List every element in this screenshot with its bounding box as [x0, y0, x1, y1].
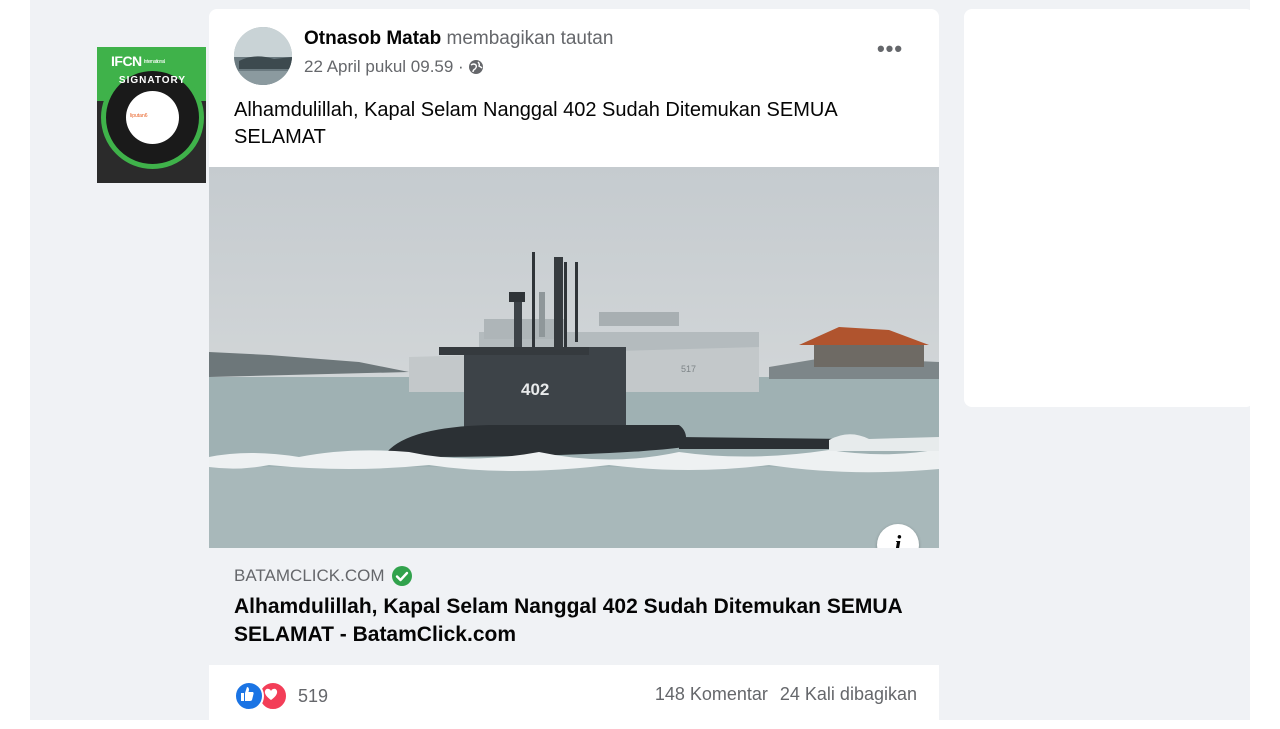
- link-title[interactable]: Alhamdulillah, Kapal Selam Nanggal 402 S…: [234, 593, 924, 649]
- reaction-count: 519: [298, 685, 329, 706]
- hull-number: 402: [521, 380, 549, 399]
- right-margin: [1250, 0, 1280, 720]
- more-options-icon[interactable]: •••: [873, 38, 907, 65]
- sidebar-card: [964, 9, 1254, 407]
- engagement-stats: 148 Komentar 24 Kali dibagikan: [655, 684, 917, 705]
- post-timestamp[interactable]: 22 April pukul 09.59 ·: [304, 57, 464, 77]
- post-action: membagikan tautan: [446, 28, 614, 49]
- post-header-line: Otnasob Matab membagikan tautan: [304, 28, 613, 50]
- comments-count[interactable]: 148 Komentar: [655, 684, 768, 705]
- shares-count[interactable]: 24 Kali dibagikan: [780, 684, 917, 705]
- like-reaction-icon: [234, 681, 264, 711]
- ship-number: 517: [681, 364, 696, 374]
- globe-icon: [468, 59, 484, 75]
- badge-signatory-text: SIGNATORY: [118, 75, 187, 86]
- link-preview[interactable]: BATAMCLICK.COM Alhamdulillah, Kapal Sela…: [209, 548, 939, 665]
- author-name[interactable]: Otnasob Matab: [304, 28, 441, 49]
- post-image[interactable]: 402 517: [209, 167, 939, 548]
- badge-center: liputan6: [126, 91, 179, 144]
- post-card: Otnasob Matab membagikan tautan 22 April…: [209, 9, 939, 729]
- badge-liputan6-logo: liputan6: [130, 113, 148, 119]
- post-meta: 22 April pukul 09.59 ·: [304, 57, 484, 77]
- reactions-summary[interactable]: 519: [234, 681, 328, 711]
- link-domain-row: BATAMCLICK.COM: [234, 565, 413, 587]
- link-domain: BATAMCLICK.COM: [234, 566, 385, 585]
- author-avatar[interactable]: [234, 27, 292, 85]
- verified-check-icon: [391, 565, 413, 587]
- post-caption: Alhamdulillah, Kapal Selam Nanggal 402 S…: [234, 99, 837, 148]
- ifcn-signatory-badge: IFCN International SIGNATORY liputan6: [97, 47, 206, 183]
- badge-ring: SIGNATORY liputan6: [101, 66, 204, 169]
